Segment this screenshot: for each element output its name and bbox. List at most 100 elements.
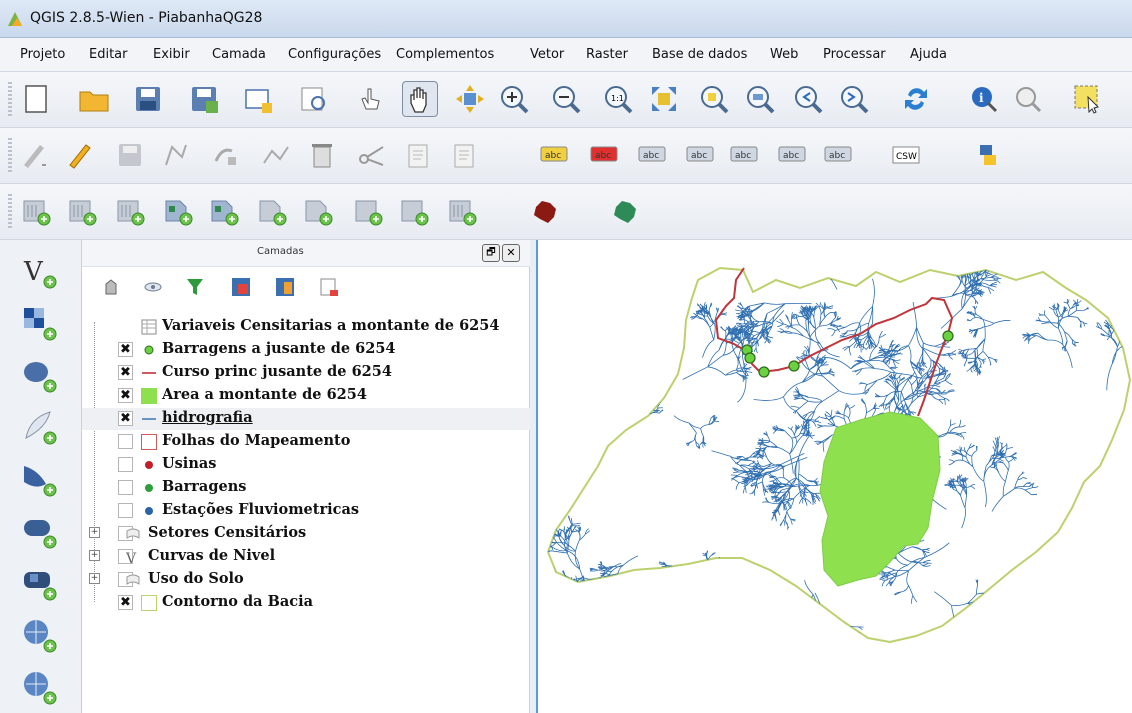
dam-point[interactable] bbox=[758, 366, 770, 378]
dam-point[interactable] bbox=[788, 360, 800, 372]
collapse-all-button[interactable] bbox=[272, 274, 298, 300]
add-wms-button[interactable] bbox=[206, 193, 242, 229]
new-spatialite-button[interactable] bbox=[444, 193, 480, 229]
zoom-out-button[interactable] bbox=[548, 81, 584, 117]
new-project-button[interactable] bbox=[18, 81, 54, 117]
toolbar-grip[interactable] bbox=[8, 194, 12, 228]
layer-tree-item[interactable]: Estações Fluviometricas bbox=[82, 500, 530, 522]
layer-visibility-checkbox[interactable]: ✖ bbox=[118, 342, 133, 357]
zoom-in-button[interactable] bbox=[496, 81, 532, 117]
layer-visibility-checkbox[interactable] bbox=[118, 480, 133, 495]
label-button[interactable]: abc bbox=[536, 137, 572, 173]
expand-toggle[interactable]: + bbox=[89, 550, 100, 561]
add-wfs-button[interactable] bbox=[300, 193, 336, 229]
layer-tree-item[interactable]: Usinas bbox=[82, 454, 530, 476]
add-mssql-button[interactable] bbox=[112, 193, 148, 229]
map-plugin-green-button[interactable] bbox=[608, 193, 644, 229]
layer-tree-item[interactable]: ✖ Contorno da Bacia bbox=[82, 592, 530, 614]
add-wfs-layer-button[interactable] bbox=[18, 666, 60, 708]
move-feature-button[interactable] bbox=[208, 137, 244, 173]
new-shapefile-button[interactable] bbox=[396, 193, 432, 229]
dam-point[interactable] bbox=[942, 330, 954, 342]
layer-tree-item[interactable]: ✖ Barragens a jusante de 6254 bbox=[82, 339, 530, 361]
zoom-next-button[interactable] bbox=[836, 81, 872, 117]
toolbar-grip[interactable] bbox=[8, 138, 12, 172]
refresh-button[interactable] bbox=[898, 81, 934, 117]
add-mssql-layer-button[interactable] bbox=[18, 458, 60, 500]
add-postgis-button[interactable] bbox=[18, 354, 60, 396]
expand-all-button[interactable] bbox=[228, 274, 254, 300]
zoom-last-button[interactable] bbox=[790, 81, 826, 117]
zoom-native-button[interactable]: 1:1 bbox=[600, 81, 636, 117]
menu-ajuda[interactable]: Ajuda bbox=[910, 47, 947, 62]
delete-selected-button[interactable] bbox=[304, 137, 340, 173]
add-spatialite-button[interactable] bbox=[64, 193, 100, 229]
label-properties-button[interactable]: abc bbox=[820, 137, 856, 173]
save-edits-button[interactable] bbox=[112, 137, 148, 173]
copy-features-button[interactable] bbox=[400, 137, 436, 173]
menu-processar[interactable]: Processar bbox=[823, 47, 886, 62]
label-pin-button[interactable]: abc bbox=[586, 137, 622, 173]
layer-visibility-checkbox[interactable]: ✖ bbox=[118, 388, 133, 403]
zoom-to-layer-button[interactable] bbox=[742, 81, 778, 117]
layer-tree-item[interactable]: Barragens bbox=[82, 477, 530, 499]
save-as-button[interactable] bbox=[186, 81, 222, 117]
layer-visibility-checkbox[interactable] bbox=[118, 503, 133, 518]
add-spatialite-layer-button[interactable] bbox=[18, 406, 60, 448]
measure-button[interactable] bbox=[1010, 81, 1046, 117]
touch-zoom-button[interactable] bbox=[352, 81, 388, 117]
zoom-to-selection-button[interactable] bbox=[696, 81, 732, 117]
layer-tree-item[interactable]: + V Curvas de Nivel bbox=[82, 546, 530, 568]
add-oracle-button[interactable] bbox=[160, 193, 196, 229]
menu-configuracoes[interactable]: Configurações bbox=[288, 47, 381, 62]
identify-button[interactable]: i bbox=[966, 81, 1002, 117]
composer-manager-button[interactable] bbox=[296, 81, 332, 117]
add-wcs-layer-button[interactable] bbox=[18, 614, 60, 656]
float-panel-button[interactable]: 🗗 bbox=[482, 244, 500, 262]
layer-tree-item[interactable]: ✖ Curso princ jusante de 6254 bbox=[82, 362, 530, 384]
layer-visibility-checkbox[interactable]: ✖ bbox=[118, 411, 133, 426]
map-plugin-red-button[interactable] bbox=[528, 193, 564, 229]
layer-tree-item[interactable]: Variaveis Censitarias a montante de 6254 bbox=[82, 316, 530, 338]
layer-visibility-checkbox[interactable] bbox=[118, 457, 133, 472]
layer-visibility-checkbox[interactable]: ✖ bbox=[118, 365, 133, 380]
menu-vetor[interactable]: Vetor bbox=[530, 47, 564, 62]
toolbar-grip[interactable] bbox=[8, 82, 12, 116]
menu-web[interactable]: Web bbox=[770, 47, 798, 62]
remove-layer-button[interactable] bbox=[316, 274, 342, 300]
cut-features-button[interactable] bbox=[354, 137, 390, 173]
label-rotate-button[interactable]: abc bbox=[726, 137, 762, 173]
menu-raster[interactable]: Raster bbox=[586, 47, 628, 62]
layer-visibility-checkbox[interactable] bbox=[118, 434, 133, 449]
close-panel-button[interactable]: ✕ bbox=[502, 244, 520, 262]
menu-editar[interactable]: Editar bbox=[89, 47, 128, 62]
python-button[interactable] bbox=[970, 137, 1006, 173]
add-vector-layer-button[interactable]: V bbox=[18, 250, 60, 292]
pan-hand-button[interactable] bbox=[402, 81, 438, 117]
add-raster-layer-button[interactable] bbox=[18, 302, 60, 344]
add-group-button[interactable] bbox=[98, 274, 124, 300]
add-delimited-text-button[interactable] bbox=[350, 193, 386, 229]
label-move-button[interactable]: abc bbox=[682, 137, 718, 173]
csw-button[interactable]: CSW bbox=[888, 137, 924, 173]
expand-toggle[interactable]: + bbox=[89, 573, 100, 584]
map-canvas[interactable] bbox=[536, 240, 1132, 713]
layer-tree-item[interactable]: + Setores Censitários bbox=[82, 523, 530, 545]
menu-complementos[interactable]: Complementos bbox=[396, 47, 494, 62]
add-wcs-button[interactable] bbox=[254, 193, 290, 229]
add-wms-layer-button[interactable] bbox=[18, 562, 60, 604]
expand-toggle[interactable]: + bbox=[89, 527, 100, 538]
pan-to-selection-button[interactable] bbox=[452, 81, 488, 117]
layer-tree-item[interactable]: ✖ hidrografia bbox=[82, 408, 530, 430]
select-features-button[interactable] bbox=[1070, 81, 1106, 117]
filter-legend-button[interactable] bbox=[182, 274, 208, 300]
add-feature-button[interactable] bbox=[158, 137, 194, 173]
new-print-composer-button[interactable] bbox=[240, 81, 276, 117]
layer-tree-item[interactable]: + Uso do Solo bbox=[82, 569, 530, 591]
label-change-button[interactable]: abc bbox=[774, 137, 810, 173]
layer-visibility-checkbox[interactable]: ✖ bbox=[118, 595, 133, 610]
add-vector-db-button[interactable] bbox=[18, 193, 54, 229]
dam-point[interactable] bbox=[744, 352, 756, 364]
open-folder-button[interactable] bbox=[76, 81, 112, 117]
menu-base-de-dados[interactable]: Base de dados bbox=[652, 47, 747, 62]
